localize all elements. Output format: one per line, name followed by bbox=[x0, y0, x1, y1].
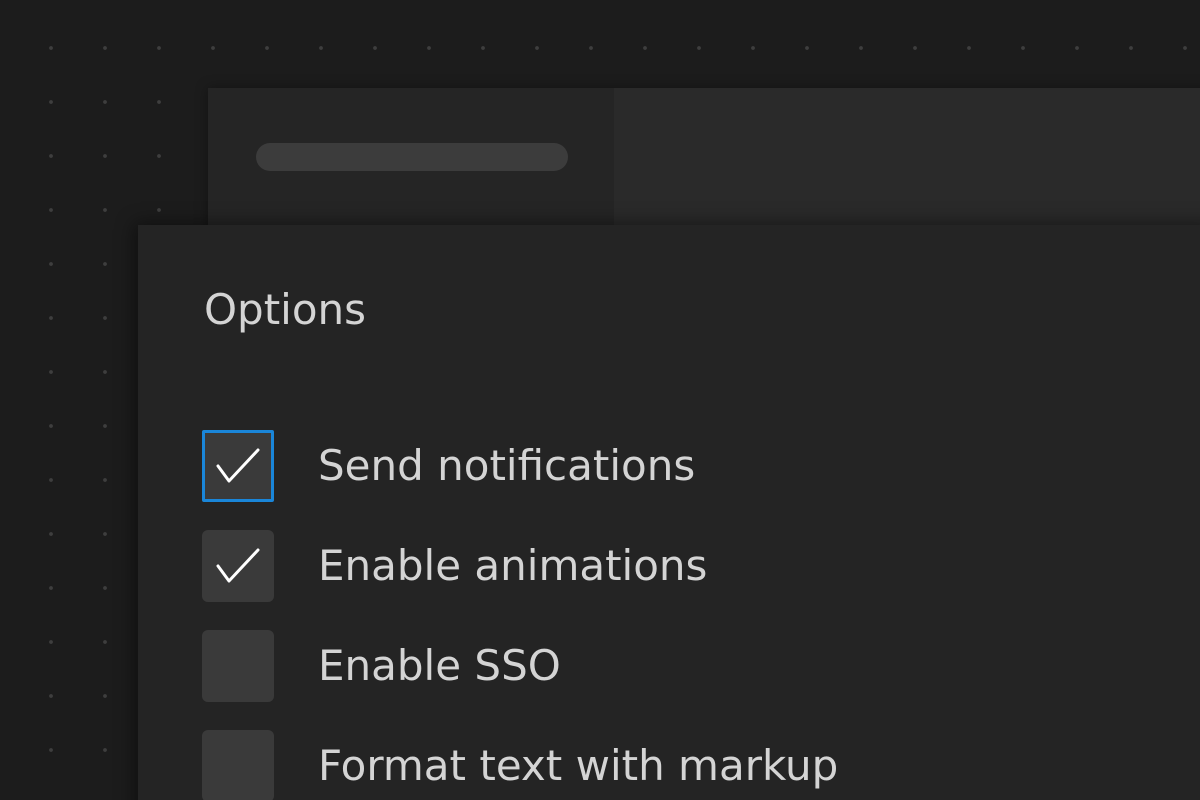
options-panel: Options Send notifications Enable animat… bbox=[138, 225, 1200, 800]
panel-title: Options bbox=[204, 285, 367, 334]
checkmark-icon bbox=[216, 448, 260, 483]
enable-sso-checkbox[interactable] bbox=[202, 630, 274, 702]
format-text-checkbox[interactable] bbox=[202, 730, 274, 800]
checkmark-icon bbox=[216, 548, 260, 583]
placeholder-bar bbox=[256, 143, 568, 171]
send-notifications-checkbox[interactable] bbox=[202, 430, 274, 502]
enable-animations-label: Enable animations bbox=[318, 541, 708, 590]
option-send-notifications[interactable]: Send notifications bbox=[202, 430, 838, 502]
option-format-text-with-markup[interactable]: Format text with markup bbox=[202, 730, 838, 800]
canvas-background: Options Send notifications Enable animat… bbox=[0, 0, 1200, 800]
option-enable-sso[interactable]: Enable SSO bbox=[202, 630, 838, 702]
send-notifications-label: Send notifications bbox=[318, 441, 696, 490]
enable-sso-label: Enable SSO bbox=[318, 641, 561, 690]
options-list: Send notifications Enable animations Ena… bbox=[202, 430, 838, 800]
format-text-label: Format text with markup bbox=[318, 741, 839, 790]
option-enable-animations[interactable]: Enable animations bbox=[202, 530, 838, 602]
enable-animations-checkbox[interactable] bbox=[202, 530, 274, 602]
